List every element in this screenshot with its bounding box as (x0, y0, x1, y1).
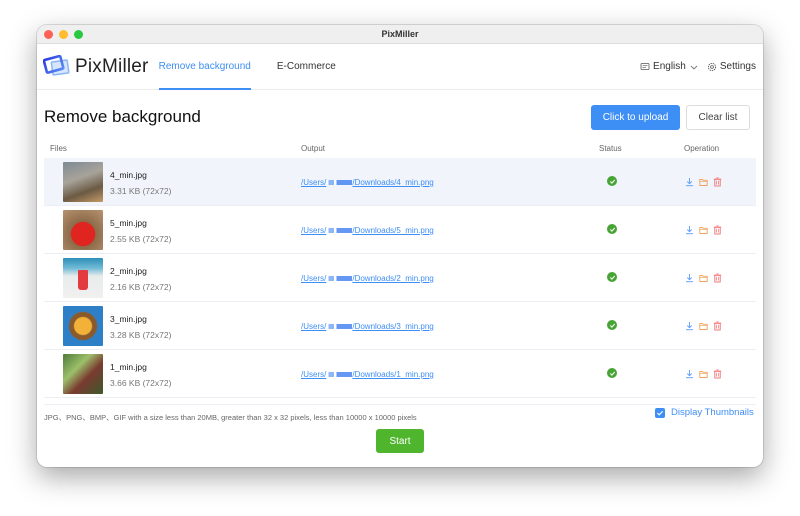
column-output: Output (301, 144, 326, 153)
display-thumbnails-label: Display Thumbnails (671, 407, 754, 418)
thumbnail-image (63, 354, 103, 394)
output-path-prefix: /Users/ (301, 370, 327, 379)
output-path-suffix: /Downloads/5_min.png (352, 226, 434, 235)
row-operations (685, 369, 722, 379)
folder-icon[interactable] (699, 225, 708, 235)
delete-icon[interactable] (713, 177, 722, 187)
folder-icon[interactable] (699, 177, 708, 187)
output-path-suffix: /Downloads/4_min.png (352, 178, 434, 187)
delete-icon[interactable] (713, 369, 722, 379)
folder-icon[interactable] (699, 273, 708, 283)
output-path-link[interactable]: /Users/ /Downloads/1_min.png (301, 370, 434, 379)
delete-icon[interactable] (713, 225, 722, 235)
output-path-link[interactable]: /Users/ /Downloads/3_min.png (301, 322, 434, 331)
success-check-icon (607, 320, 617, 330)
table-row[interactable]: 5_min.jpg 2.55 KB (72x72) /Users/ /Downlo… (44, 206, 756, 254)
file-name: 5_min.jpg (110, 218, 147, 228)
clear-list-button[interactable]: Clear list (686, 105, 750, 130)
row-operations (685, 321, 722, 331)
row-operations (685, 225, 722, 235)
success-check-icon (607, 224, 617, 234)
download-icon[interactable] (685, 177, 694, 187)
redacted-username (326, 372, 353, 378)
table-row[interactable]: 3_min.jpg 3.28 KB (72x72) /Users/ /Downlo… (44, 302, 756, 350)
main-tabs: Remove background E-Commerce (158, 44, 362, 90)
logo: PixMiller (43, 54, 149, 79)
download-icon[interactable] (685, 225, 694, 235)
logo-icon (43, 54, 70, 76)
display-thumbnails-toggle[interactable]: Display Thumbnails (655, 407, 754, 418)
thumbnail-image (63, 306, 103, 346)
logo-text: PixMiller (75, 55, 149, 77)
output-path-suffix: /Downloads/1_min.png (352, 370, 434, 379)
page-header: Remove background Click to upload Clear … (37, 90, 763, 132)
file-size: 2.16 KB (72x72) (110, 282, 172, 292)
nav-actions: English Settings (640, 44, 756, 89)
column-operation: Operation (684, 144, 720, 153)
download-icon[interactable] (685, 321, 694, 331)
success-check-icon (607, 272, 617, 282)
settings-label: Settings (719, 61, 756, 72)
window-title: PixMiller (381, 29, 419, 39)
column-status: Status (599, 144, 622, 153)
checkbox-checked-icon[interactable] (655, 407, 665, 418)
output-path-prefix: /Users/ (301, 178, 327, 187)
column-files: Files (50, 144, 67, 153)
page-title: Remove background (44, 107, 201, 126)
redacted-username (326, 228, 353, 234)
folder-icon[interactable] (699, 321, 708, 331)
redacted-username (326, 276, 353, 282)
download-icon[interactable] (685, 273, 694, 283)
delete-icon[interactable] (713, 273, 722, 283)
message-square-icon (640, 62, 650, 70)
gear-icon (707, 62, 716, 71)
output-path-prefix: /Users/ (301, 274, 327, 283)
file-list: 4_min.jpg 3.31 KB (72x72) /Users/ /Downlo… (44, 158, 756, 398)
thumbnail-image (63, 210, 103, 250)
thumbnail-image (63, 162, 103, 202)
output-path-suffix: /Downloads/2_min.png (352, 274, 434, 283)
success-check-icon (607, 368, 617, 378)
chevron-down-icon (690, 65, 698, 70)
row-operations (685, 273, 722, 283)
upload-button[interactable]: Click to upload (591, 105, 680, 130)
title-bar: PixMiller (37, 25, 763, 44)
output-path-link[interactable]: /Users/ /Downloads/4_min.png (301, 178, 434, 187)
file-name: 3_min.jpg (110, 314, 147, 324)
file-name: 1_min.jpg (110, 362, 147, 372)
start-button[interactable]: Start (376, 429, 424, 453)
file-size: 2.55 KB (72x72) (110, 234, 172, 244)
file-name: 4_min.jpg (110, 170, 147, 180)
file-size: 3.66 KB (72x72) (110, 378, 172, 388)
output-path-prefix: /Users/ (301, 226, 327, 235)
output-path-link[interactable]: /Users/ /Downloads/5_min.png (301, 226, 434, 235)
table-header: Files Output Status Operation (37, 132, 763, 158)
file-size: 3.31 KB (72x72) (110, 186, 172, 196)
tab-remove-background[interactable]: Remove background (158, 44, 265, 90)
footer-divider (44, 404, 756, 405)
file-name: 2_min.jpg (110, 266, 147, 276)
file-requirements-hint: JPG、PNG、BMP、GIF with a size less than 20… (44, 413, 417, 422)
settings-button[interactable]: Settings (707, 61, 756, 72)
app-window: PixMiller PixMiller Remove background E-… (37, 25, 763, 467)
output-path-suffix: /Downloads/3_min.png (352, 322, 434, 331)
language-selector[interactable]: English (640, 61, 699, 72)
table-row[interactable]: 4_min.jpg 3.31 KB (72x72) /Users/ /Downlo… (44, 158, 756, 206)
table-row[interactable]: 2_min.jpg 2.16 KB (72x72) /Users/ /Downlo… (44, 254, 756, 302)
success-check-icon (607, 176, 617, 186)
language-label: English (653, 61, 686, 72)
download-icon[interactable] (685, 369, 694, 379)
redacted-username (326, 180, 353, 186)
thumbnail-image (63, 258, 103, 298)
delete-icon[interactable] (713, 321, 722, 331)
table-row[interactable]: 1_min.jpg 3.66 KB (72x72) /Users/ /Downlo… (44, 350, 756, 398)
top-nav: PixMiller Remove background E-Commerce E… (37, 44, 763, 90)
folder-icon[interactable] (699, 369, 708, 379)
tab-e-commerce[interactable]: E-Commerce (277, 44, 350, 89)
row-operations (685, 177, 722, 187)
output-path-prefix: /Users/ (301, 322, 327, 331)
file-size: 3.28 KB (72x72) (110, 330, 172, 340)
redacted-username (326, 324, 353, 330)
output-path-link[interactable]: /Users/ /Downloads/2_min.png (301, 274, 434, 283)
